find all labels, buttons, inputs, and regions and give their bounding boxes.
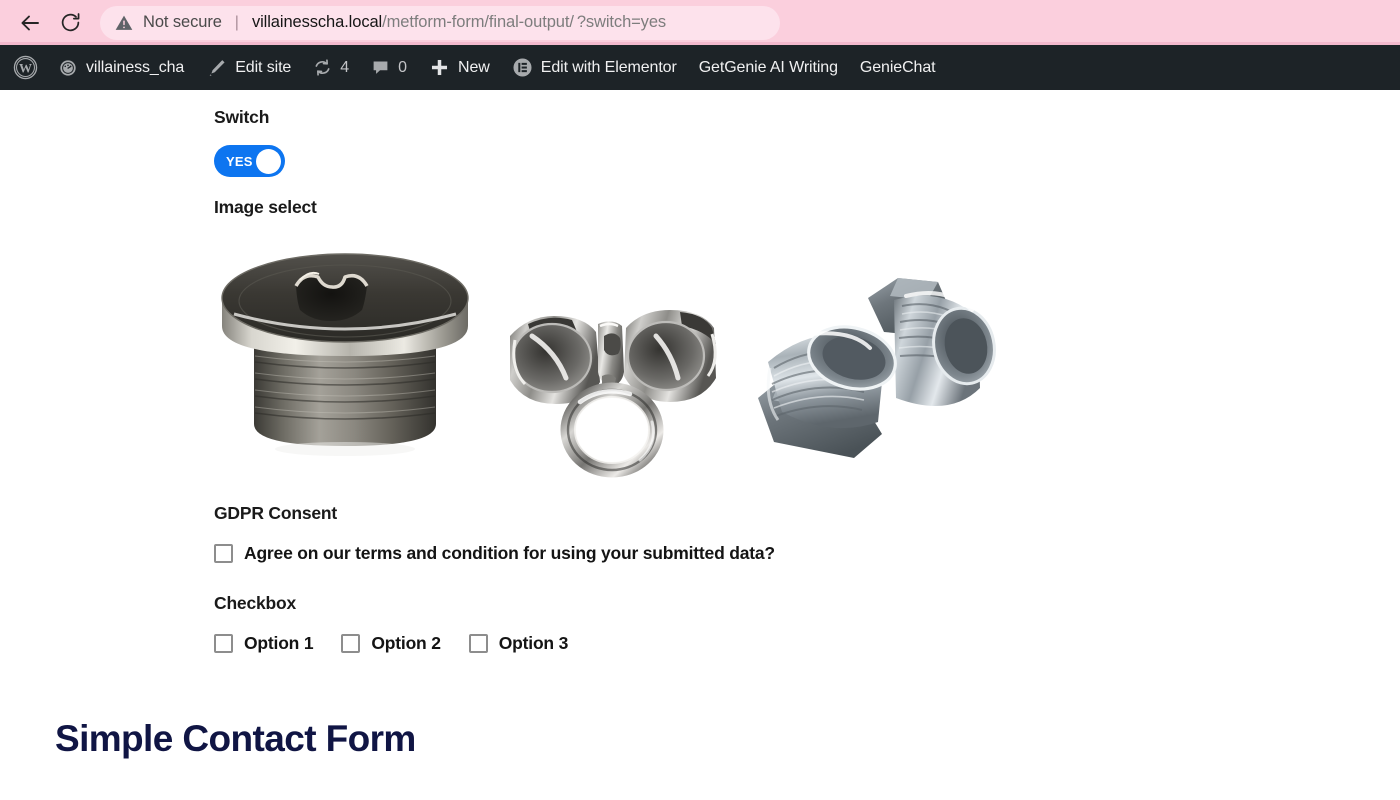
- image-select-options: [214, 236, 1021, 483]
- back-button[interactable]: [10, 3, 50, 43]
- address-bar[interactable]: Not secure | villainesscha.local/metform…: [100, 5, 780, 40]
- switch-value-label: YES: [226, 153, 253, 169]
- svg-text:W: W: [19, 60, 32, 75]
- image-select-field: Image select: [214, 197, 1021, 483]
- checkbox-option-1-label: Option 1: [244, 633, 314, 653]
- reload-icon: [59, 11, 82, 34]
- gdpr-consent-field-label: GDPR Consent: [214, 503, 338, 523]
- adminbar-item-getgenie-ai-writing[interactable]: GetGenie AI Writing: [688, 45, 849, 90]
- omnibox-separator: |: [234, 13, 239, 31]
- elementor-icon: [512, 57, 533, 78]
- dashboard-speedometer-icon: [58, 58, 78, 78]
- adminbar-geniechat-label: GenieChat: [859, 58, 936, 76]
- adminbar-updates-count: 4: [340, 58, 350, 76]
- switch-knob: [256, 148, 281, 174]
- switch-field: Switch YES: [214, 107, 285, 177]
- checkbox-option-2-label: Option 2: [371, 633, 441, 653]
- page-content: Switch YES Image select GDPR Consent Agr…: [0, 90, 1400, 800]
- adminbar-item-edit-with-elementor[interactable]: Edit with Elementor: [501, 45, 688, 90]
- checkbox-option-3-label: Option 3: [498, 633, 569, 653]
- adminbar-comments-count: 0: [398, 58, 408, 76]
- image-select-field-label: Image select: [214, 197, 317, 217]
- adminbar-elementor-label: Edit with Elementor: [540, 58, 677, 76]
- browser-chrome: Not secure | villainesscha.local/metform…: [0, 0, 1400, 45]
- gdpr-consent-checkbox-item[interactable]: Agree on our terms and condition for usi…: [214, 543, 775, 564]
- checkbox-option-3[interactable]: [468, 634, 488, 653]
- gdpr-consent-checkbox[interactable]: [214, 544, 233, 563]
- warning-triangle-icon: [114, 13, 134, 33]
- image-option-1[interactable]: [214, 236, 476, 483]
- checkbox-item-option-2[interactable]: Option 2: [341, 633, 441, 654]
- adminbar-item-comments[interactable]: 0: [360, 45, 418, 90]
- adminbar-getgenie-label: GetGenie AI Writing: [698, 58, 838, 76]
- url-text[interactable]: villainesscha.local/metform-form/final-o…: [252, 12, 669, 33]
- security-status-label: Not secure: [143, 13, 222, 31]
- url-host: villainesscha.local: [251, 13, 383, 31]
- back-arrow-icon: [18, 11, 42, 35]
- adminbar-item-updates[interactable]: 4: [302, 45, 360, 90]
- pencil-paintbrush-icon: [206, 57, 227, 78]
- simple-contact-form-heading: Simple Contact Form: [55, 718, 416, 759]
- checkbox-option-1[interactable]: [214, 634, 233, 653]
- image-option-2[interactable]: [488, 288, 734, 483]
- switch-field-label: Switch: [214, 107, 270, 127]
- checkbox-group-options: Option 1 Option 2 Option 3: [214, 633, 568, 654]
- checkbox-item-option-1[interactable]: Option 1: [214, 633, 314, 654]
- plus-icon: [429, 57, 450, 78]
- adminbar-new-label: New: [458, 58, 490, 76]
- updates-refresh-icon: [313, 58, 332, 77]
- checkbox-option-2[interactable]: [341, 634, 361, 653]
- adminbar-edit-site-label: Edit site: [235, 58, 292, 76]
- wordpress-logo-icon: W: [13, 55, 38, 80]
- wordpress-admin-bar: W villainess_cha Edit site 4 0 New Edit …: [0, 45, 1400, 90]
- adminbar-site-name-label: villainess_cha: [86, 58, 185, 76]
- checkbox-item-option-3[interactable]: Option 3: [468, 633, 569, 654]
- adminbar-item-edit-site[interactable]: Edit site: [195, 45, 302, 90]
- adminbar-item-new[interactable]: New: [418, 45, 501, 90]
- url-query-highlighted: ?switch=yes: [576, 13, 667, 31]
- reload-button[interactable]: [50, 3, 90, 43]
- image-option-3[interactable]: [746, 268, 1021, 483]
- url-path: /metform-form/final-output/: [382, 13, 574, 31]
- adminbar-item-geniechat[interactable]: GenieChat: [849, 45, 947, 90]
- switch-toggle[interactable]: YES: [214, 145, 285, 177]
- checkbox-group-field: Checkbox Option 1 Option 2 Option 3: [214, 593, 568, 654]
- gdpr-consent-checkbox-label: Agree on our terms and condition for usi…: [244, 543, 775, 563]
- comment-bubble-icon: [371, 58, 390, 77]
- adminbar-item-site-name[interactable]: villainess_cha: [47, 45, 195, 90]
- adminbar-item-wordpress-logo[interactable]: W: [3, 45, 47, 90]
- checkbox-group-field-label: Checkbox: [214, 593, 297, 613]
- gdpr-consent-field: GDPR Consent Agree on our terms and cond…: [214, 503, 775, 564]
